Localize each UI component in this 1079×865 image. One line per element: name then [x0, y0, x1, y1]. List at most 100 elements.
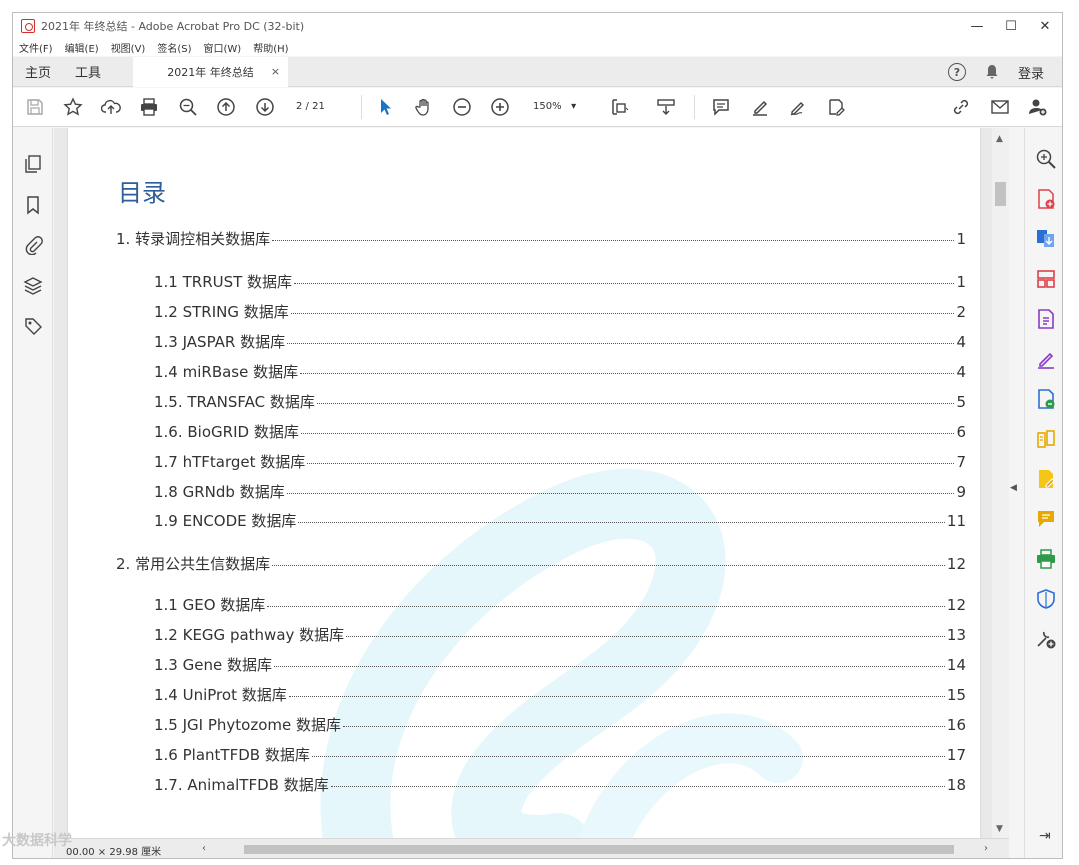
- more-tools-icon[interactable]: [1035, 628, 1057, 650]
- bell-icon[interactable]: [984, 64, 1000, 80]
- page-fit-icon[interactable]: [609, 96, 631, 118]
- menu-window[interactable]: 窗口(W): [204, 40, 242, 55]
- toc-section-row[interactable]: 1. 转录调控相关数据库 1: [116, 228, 966, 249]
- fill-and-sign-icon[interactable]: [1035, 468, 1057, 490]
- bookmarks-icon[interactable]: [23, 195, 43, 215]
- page-number-field[interactable]: 2 / 21: [296, 101, 325, 112]
- export-pdf-icon[interactable]: [1035, 308, 1057, 330]
- toc-entry-row[interactable]: 1.6 PlantTFDB 数据库 17: [154, 744, 966, 765]
- toc-entry-row[interactable]: 1.7. AnimalTFDB 数据库 18: [154, 774, 966, 795]
- toc-leader-dots: [330, 786, 945, 787]
- help-icon[interactable]: ?: [947, 63, 966, 81]
- comment-tool-icon[interactable]: [1035, 508, 1057, 530]
- layers-icon[interactable]: [23, 276, 43, 296]
- share-link-icon[interactable]: [950, 96, 972, 118]
- edit-pdf-icon[interactable]: [1035, 348, 1057, 370]
- print-icon[interactable]: [138, 96, 160, 118]
- scroll-mode-icon[interactable]: [655, 96, 677, 118]
- toc-entry-row[interactable]: 1.6. BioGRID 数据库 6: [154, 421, 966, 442]
- toc-entry-row[interactable]: 1.4 miRBase 数据库 4: [154, 361, 966, 382]
- toc-entry-row[interactable]: 1.9 ENCODE 数据库 11: [154, 510, 966, 531]
- page-up-icon[interactable]: [215, 96, 237, 118]
- toc-leader-dots: [311, 756, 945, 757]
- fill-sign-icon[interactable]: [825, 96, 847, 118]
- menu-sign[interactable]: 签名(S): [157, 40, 191, 55]
- collapse-right-pane-icon[interactable]: ◀: [1010, 483, 1017, 493]
- scroll-up-icon[interactable]: ▲: [996, 134, 1003, 144]
- toc-entry-row[interactable]: 1.1 TRRUST 数据库 1: [154, 271, 966, 292]
- scroll-down-icon[interactable]: ▼: [996, 824, 1003, 834]
- page-down-icon[interactable]: [254, 96, 276, 118]
- title-bar: 2021年 年终总结 - Adobe Acrobat Pro DC (32-bi…: [13, 13, 1062, 39]
- horizontal-scroll-thumb[interactable]: [244, 845, 954, 854]
- scroll-right-icon[interactable]: ›: [984, 843, 988, 854]
- page-size-readout: 00.00 × 29.98 厘米: [66, 847, 162, 858]
- close-tab-icon[interactable]: ×: [271, 65, 280, 78]
- save-icon[interactable]: [24, 96, 46, 118]
- bookmark-star-icon[interactable]: [62, 96, 84, 118]
- toc-section-row[interactable]: 2. 常用公共生信数据库 12: [116, 553, 966, 574]
- enhance-scan-icon[interactable]: [1035, 148, 1057, 170]
- protect-icon[interactable]: [1035, 588, 1057, 610]
- create-pdf-icon[interactable]: [1035, 188, 1057, 210]
- highlight-icon[interactable]: [749, 96, 771, 118]
- toc-entry-row[interactable]: 1.1 GEO 数据库 12: [154, 594, 966, 615]
- comment-icon[interactable]: [710, 96, 732, 118]
- toc-leader-dots: [300, 433, 955, 434]
- toc-entry-row[interactable]: 1.2 STRING 数据库 2: [154, 301, 966, 322]
- minimize-button[interactable]: —: [960, 13, 994, 39]
- maximize-button[interactable]: ☐: [994, 13, 1028, 39]
- expand-tools-pane-icon[interactable]: ⇥: [1039, 828, 1051, 844]
- toc-leader-dots: [287, 343, 955, 344]
- toc-entry-label: 1.6 PlantTFDB 数据库: [154, 746, 310, 764]
- tab-tools[interactable]: 工具: [63, 57, 113, 87]
- tab-document[interactable]: 2021年 年终总结 ×: [133, 56, 289, 87]
- toc-page-number: 6: [956, 423, 966, 441]
- toc-entry-row[interactable]: 1.2 KEGG pathway 数据库 13: [154, 624, 966, 645]
- request-signature-icon[interactable]: [1035, 388, 1057, 410]
- organize-pages-icon[interactable]: [1035, 268, 1057, 290]
- toc-entry-label: 2. 常用公共生信数据库: [116, 555, 271, 573]
- compare-files-icon[interactable]: [1035, 428, 1057, 450]
- tab-home[interactable]: 主页: [13, 57, 63, 87]
- toc-leader-dots: [288, 696, 945, 697]
- select-cursor-icon[interactable]: [374, 96, 396, 118]
- zoom-level-value: 150%: [533, 101, 562, 112]
- menu-file[interactable]: 文件(F): [19, 40, 53, 55]
- attachments-icon[interactable]: [23, 235, 43, 256]
- combine-files-icon[interactable]: [1035, 228, 1057, 250]
- scroll-left-icon[interactable]: ‹: [202, 843, 206, 854]
- add-user-icon[interactable]: [1027, 96, 1049, 118]
- toc-page-number: 12: [946, 555, 966, 573]
- toc-entry-row[interactable]: 1.7 hTFtarget 数据库 7: [154, 451, 966, 472]
- print-production-icon[interactable]: [1035, 548, 1057, 570]
- toc-entry-row[interactable]: 1.8 GRNdb 数据库 9: [154, 481, 966, 502]
- zoom-search-icon[interactable]: [177, 96, 199, 118]
- upload-icon[interactable]: [100, 96, 122, 118]
- toc-entry-row[interactable]: 1.3 Gene 数据库 14: [154, 654, 966, 675]
- sign-icon[interactable]: [787, 96, 809, 118]
- menu-edit[interactable]: 编辑(E): [65, 40, 99, 55]
- menu-view[interactable]: 视图(V): [111, 40, 146, 55]
- page-thumbnails-icon[interactable]: [23, 154, 43, 174]
- zoom-level-dropdown[interactable]: 150% ▾: [533, 101, 576, 112]
- toc-entry-row[interactable]: 1.4 UniProt 数据库 15: [154, 684, 966, 705]
- toc-leader-dots: [316, 403, 955, 404]
- zoom-out-icon[interactable]: [451, 96, 473, 118]
- toc-page-number: 11: [946, 512, 966, 530]
- email-icon[interactable]: [989, 96, 1011, 118]
- menu-help[interactable]: 帮助(H): [253, 40, 288, 55]
- toc-leader-dots: [272, 240, 955, 241]
- vertical-scrollbar[interactable]: ▲ ▼: [992, 128, 1009, 838]
- toc-entry-row[interactable]: 1.5 JGI Phytozome 数据库 16: [154, 714, 966, 735]
- zoom-in-icon[interactable]: [489, 96, 511, 118]
- toc-entry-row[interactable]: 1.5. TRANSFAC 数据库 5: [154, 391, 966, 412]
- sign-in-button[interactable]: 登录: [1018, 63, 1044, 82]
- tags-icon[interactable]: [23, 316, 43, 336]
- document-view[interactable]: 目录 1. 转录调控相关数据库 1 1.1 TRRUST 数据库 1 1.2 STRIN…: [54, 128, 1009, 838]
- hand-icon[interactable]: [413, 96, 435, 118]
- toc-entry-label: 1.6. BioGRID 数据库: [154, 423, 299, 441]
- close-button[interactable]: ✕: [1028, 13, 1062, 39]
- toc-entry-row[interactable]: 1.3 JASPAR 数据库 4: [154, 331, 966, 352]
- scroll-thumb[interactable]: [995, 182, 1006, 206]
